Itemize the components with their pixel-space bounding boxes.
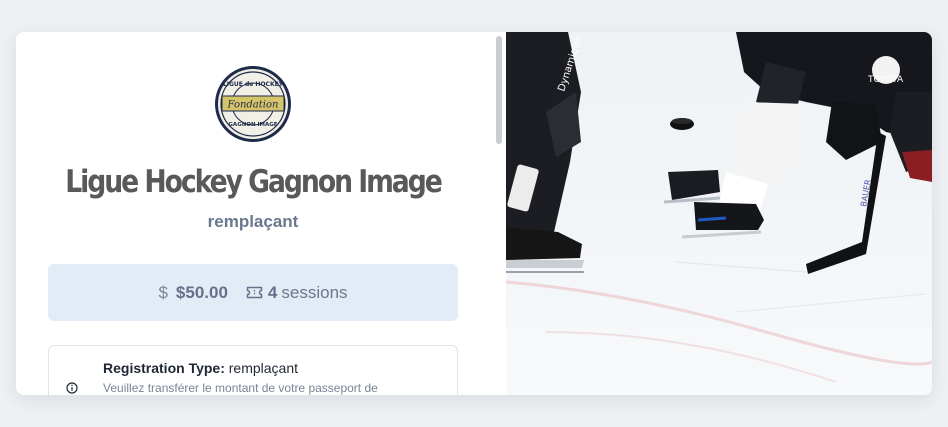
registration-subtitle: remplaçant (207, 212, 299, 231)
hockey-photo: Dynamique TOYOTA BAUER (506, 32, 932, 395)
jersey-text-right: TOYOTA (867, 75, 904, 85)
sessions-label: sessions (281, 282, 348, 302)
price-summary: $ $50.00 4 sessions (48, 264, 458, 321)
registration-type-label: Registration Type: (103, 360, 225, 376)
registration-panel: Fondation LIGUE de HOCKEY GAGNON IMAGE L… (16, 32, 506, 395)
registration-info-box: Registration Type: remplaçant Veuillez t… (48, 345, 458, 395)
scrollbar-thumb[interactable] (496, 36, 502, 144)
registration-note: Veuillez transférer le montant de votre … (103, 381, 378, 395)
sessions-count: 4 (267, 282, 278, 302)
logo-center-text: Fondation (227, 100, 279, 111)
logo-top-text: LIGUE de HOCKEY (223, 81, 284, 88)
league-title: Ligue Hockey Gagnon Image (65, 164, 443, 200)
ticket-icon (246, 286, 263, 299)
info-icon (66, 382, 78, 394)
league-logo: Fondation LIGUE de HOCKEY GAGNON IMAGE (215, 66, 291, 142)
registration-type-value: remplaçant (228, 360, 299, 376)
logo-bottom-text: GAGNON IMAGE (228, 122, 277, 128)
dollar-icon: $ (158, 282, 168, 302)
registration-type: Registration Type: remplaçant (103, 360, 298, 376)
registration-card: Fondation LIGUE de HOCKEY GAGNON IMAGE L… (16, 32, 932, 395)
hockey-hero-image: Dynamique TOYOTA BAUER (506, 32, 932, 395)
price-value: $50.00 (175, 282, 228, 302)
